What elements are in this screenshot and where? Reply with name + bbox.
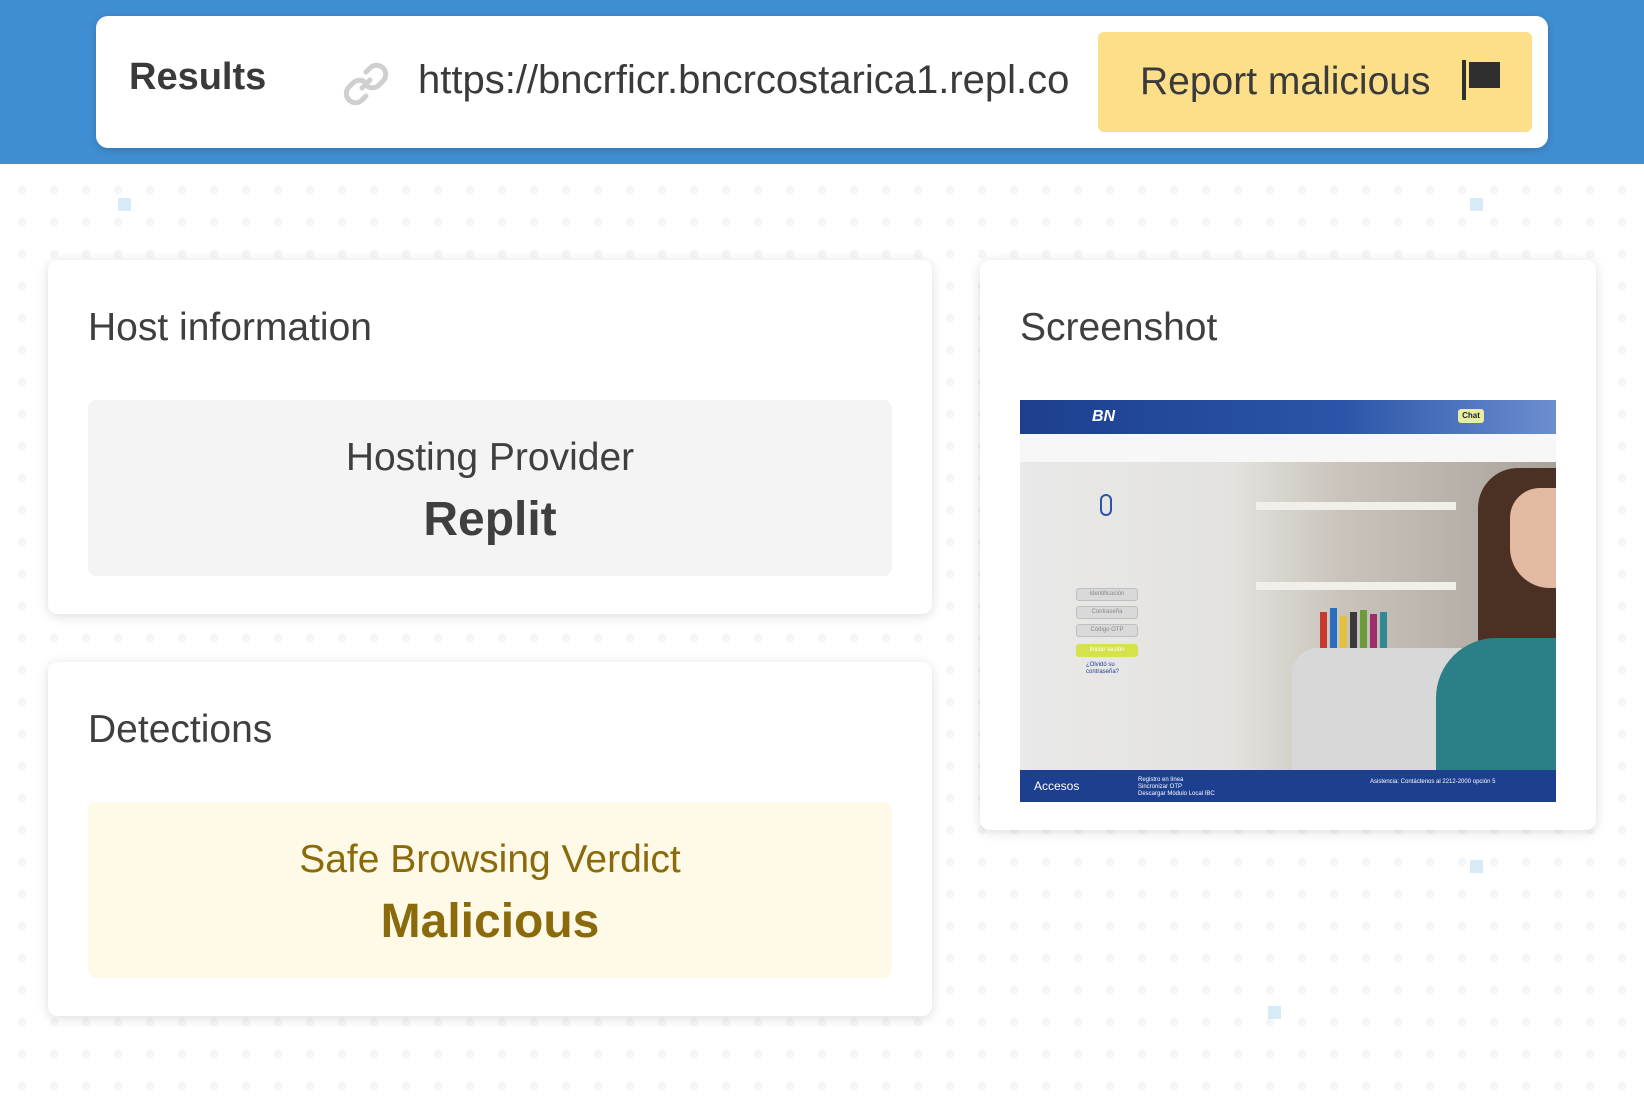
shelf <box>1256 502 1456 510</box>
safe-browsing-verdict-label: Safe Browsing Verdict <box>299 838 681 881</box>
screenshot-header: BN Chat <box>1020 400 1556 434</box>
password-field: Contraseña <box>1076 606 1138 619</box>
footer-links: Registro en línea Sincronizar OTP Descar… <box>1138 777 1215 798</box>
background-dot <box>1470 860 1483 873</box>
detections-title: Detections <box>88 708 273 751</box>
identification-field: Identificación <box>1076 588 1138 601</box>
url-text: https://bncrficr.bncrcostarica1.repl.co <box>418 58 1070 102</box>
background-dot <box>118 198 131 211</box>
shelf <box>1256 582 1456 590</box>
hosting-provider-box: Hosting Provider Replit <box>88 400 892 576</box>
otp-field: Código OTP <box>1076 624 1138 637</box>
hosting-provider-label: Hosting Provider <box>345 436 635 479</box>
background-dot <box>1470 198 1483 211</box>
footer-link: Sincronizar OTP <box>1138 784 1183 790</box>
login-button: Iniciar sesión <box>1076 644 1138 657</box>
detections-card: Detections Safe Browsing Verdict Malicio… <box>48 662 932 1016</box>
screenshot-footer: Accesos Registro en línea Sincronizar OT… <box>1020 770 1556 802</box>
results-bar: Results https://bncrficr.bncrcostarica1.… <box>96 16 1548 148</box>
screenshot-title: Screenshot <box>1020 306 1218 349</box>
footer-help: Asistencia: Contáctenos al 2212-2000 opc… <box>1370 779 1496 785</box>
hosting-provider-value: Replit <box>423 493 557 546</box>
host-information-card: Host information Hosting Provider Replit <box>48 260 932 614</box>
background-dot <box>1268 1006 1281 1019</box>
chat-badge: Chat <box>1458 409 1484 423</box>
person-shirt <box>1436 638 1556 770</box>
bn-logo: BN <box>1092 408 1116 425</box>
link-icon <box>343 62 389 106</box>
report-malicious-label: Report malicious <box>1140 60 1431 103</box>
results-title: Results <box>129 56 267 98</box>
footer-link: Registro en línea <box>1138 777 1184 783</box>
host-information-title: Host information <box>88 306 372 349</box>
lock-icon <box>1100 494 1112 516</box>
forgot-password-link: ¿Olvidó su contraseña? <box>1086 662 1120 675</box>
footer-title: Accesos <box>1034 779 1080 793</box>
page-screenshot[interactable]: BN Chat Identificación Contraseña Código… <box>1020 400 1556 802</box>
safe-browsing-verdict-value: Malicious <box>380 895 600 948</box>
flag-icon <box>1462 60 1500 100</box>
safe-browsing-verdict-box: Safe Browsing Verdict Malicious <box>88 802 892 978</box>
screenshot-strip <box>1020 434 1556 462</box>
footer-link: Descargar Módulo Local IBC <box>1138 791 1215 797</box>
screenshot-card: Screenshot BN Chat Identificación Contra… <box>980 260 1596 830</box>
report-malicious-button[interactable]: Report malicious <box>1098 32 1532 132</box>
